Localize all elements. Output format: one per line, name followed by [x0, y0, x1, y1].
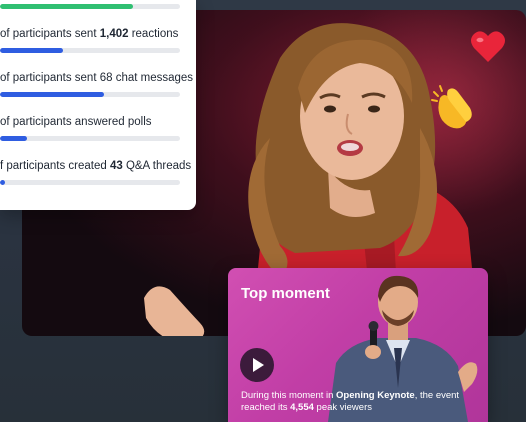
top-progress-fill [0, 4, 134, 9]
moment-title: Top moment [241, 285, 330, 302]
engagement-stats-panel: of participants sent 1,402 reactions of … [0, 0, 196, 210]
heart-icon [471, 31, 505, 62]
stat-progress-bar [0, 48, 180, 53]
moment-caption: During this moment in Opening Keynote, t… [241, 390, 460, 413]
stat-progress-bar [0, 92, 180, 97]
top-moment-card[interactable]: Top moment During this moment in Opening… [228, 268, 488, 422]
event-analytics-hero: of participants sent 1,402 reactions of … [0, 0, 526, 422]
stat-progress-bar [0, 180, 180, 185]
stat-text: of participants sent 1,402 reactions [0, 28, 179, 40]
stat-progress-fill [0, 180, 6, 185]
play-button[interactable] [240, 348, 274, 382]
top-progress-bar [0, 4, 180, 9]
stat-text: of participants answered polls [0, 116, 152, 128]
clapping-hands-icon [431, 85, 472, 129]
stat-progress-fill [0, 136, 27, 141]
stat-progress-bar [0, 136, 180, 141]
play-icon [253, 358, 264, 372]
stat-progress-fill [0, 48, 63, 53]
stat-text: f participants created 43 Q&A threads [0, 160, 192, 172]
stat-progress-fill [0, 92, 105, 97]
stat-text: of participants sent 68 chat messages [0, 72, 194, 84]
